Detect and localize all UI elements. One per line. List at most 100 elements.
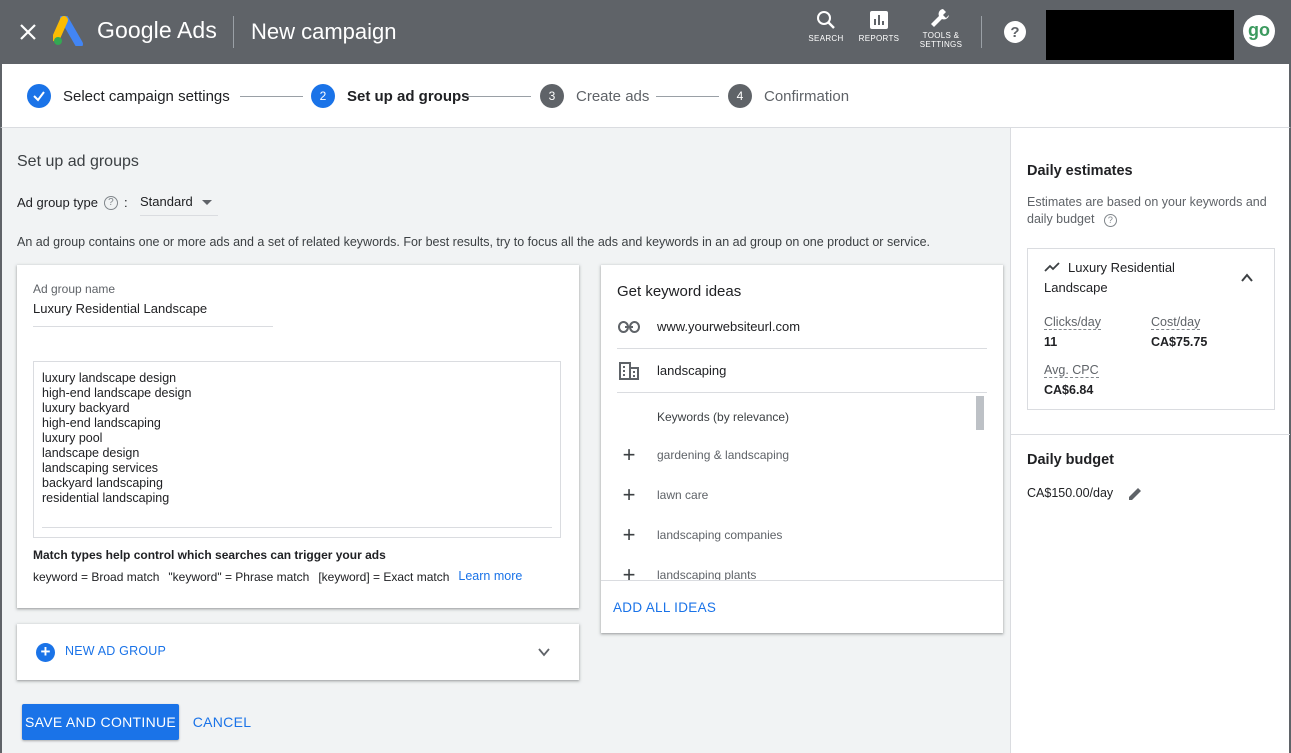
product-service-value: landscaping xyxy=(657,363,727,378)
plus-icon[interactable]: + xyxy=(617,484,641,506)
wrench-icon xyxy=(931,9,949,27)
match-types-info: keyword = Broad match "keyword" = Phrase… xyxy=(33,569,531,584)
reports-icon xyxy=(870,11,888,29)
svg-text:?: ? xyxy=(1010,24,1019,41)
keyword-ideas-title: Get keyword ideas xyxy=(617,283,742,300)
step-label: Confirmation xyxy=(764,87,850,105)
keyword-ideas-card: Get keyword ideas www.yourwebsiteurl.com… xyxy=(601,265,1003,633)
close-icon[interactable] xyxy=(16,20,40,44)
step-confirmation[interactable]: 4 Confirmation xyxy=(728,84,849,108)
ad-group-type-row: Ad group type ? : xyxy=(17,195,128,210)
estimate-ad-group-name: Luxury Residential Landscape xyxy=(1044,260,1175,295)
keyword-line: landscaping services xyxy=(42,461,159,475)
keyword-idea-item[interactable]: + lawn care xyxy=(617,484,709,506)
avatar[interactable]: go xyxy=(1243,15,1275,47)
reports-button[interactable]: REPORTS xyxy=(858,10,900,43)
step-label: Set up ad groups xyxy=(347,87,470,105)
exact-match-text: [keyword] = Exact match xyxy=(318,570,450,584)
product-service-row[interactable]: landscaping xyxy=(617,349,987,393)
keyword-line: residential landscaping xyxy=(42,491,170,505)
cpc-metric: Avg. CPC CA$6.84 xyxy=(1044,363,1099,397)
colon: : xyxy=(123,195,128,210)
cancel-button[interactable]: CANCEL xyxy=(190,704,254,740)
tools-label-line1: TOOLS & xyxy=(922,31,960,40)
step-connector xyxy=(468,96,531,97)
section-title: Set up ad groups xyxy=(17,153,139,170)
step-number: 3 xyxy=(540,84,564,108)
keyword-line: high-end landscape design xyxy=(42,386,192,400)
keyword-line: high-end landscaping xyxy=(42,416,161,430)
estimates-description: Estimates are based on your keywords and… xyxy=(1027,194,1279,228)
chevron-up-icon[interactable] xyxy=(1240,273,1254,283)
new-ad-group-label: NEW AD GROUP xyxy=(65,644,167,658)
pencil-icon[interactable] xyxy=(1127,486,1143,502)
reports-label: REPORTS xyxy=(858,34,900,43)
step-create-ads[interactable]: 3 Create ads xyxy=(540,84,649,108)
help-icon[interactable]: ? xyxy=(1003,20,1027,44)
broad-match-text: keyword = Broad match xyxy=(33,570,160,584)
help-icon[interactable]: ? xyxy=(1103,214,1117,227)
ad-group-name-label: Ad group name xyxy=(33,282,116,296)
building-icon xyxy=(617,361,641,380)
plus-icon[interactable]: + xyxy=(617,524,641,546)
new-ad-group-button[interactable]: + NEW AD GROUP xyxy=(17,624,579,680)
keyword-idea-item[interactable]: + landscaping companies xyxy=(617,524,783,546)
ad-group-type-select[interactable]: Standard xyxy=(140,188,218,216)
keyword-idea-item[interactable]: + gardening & landscaping xyxy=(617,444,790,466)
ad-group-card: Ad group name Luxury Residential Landsca… xyxy=(17,265,579,608)
keywords-textarea[interactable]: luxury landscape design high-end landsca… xyxy=(33,361,561,538)
step-set-up-ad-groups[interactable]: 2 Set up ad groups xyxy=(311,84,470,108)
check-icon xyxy=(27,84,51,108)
keywords-sort-label: Keywords (by relevance) xyxy=(657,410,790,424)
save-and-continue-button[interactable]: SAVE AND CONTINUE xyxy=(22,704,179,740)
chevron-down-icon[interactable] xyxy=(537,645,551,659)
tools-label-line2: SETTINGS xyxy=(919,40,963,49)
scrollbar-thumb[interactable] xyxy=(976,396,984,430)
search-icon xyxy=(817,11,835,29)
cost-metric: Cost/day CA$75.75 xyxy=(1151,315,1207,349)
campaign-stepper: Select campaign settings 2 Set up ad gro… xyxy=(0,64,1291,128)
step-label: Create ads xyxy=(576,87,650,105)
clicks-value: 11 xyxy=(1044,335,1058,349)
cost-value: CA$75.75 xyxy=(1151,335,1208,349)
keyword-idea-label: lawn care xyxy=(657,488,709,502)
daily-budget-value: CA$150.00/day xyxy=(1027,486,1114,500)
brand-name: Google Ads xyxy=(97,17,217,43)
keyword-idea-label: landscaping companies xyxy=(657,528,783,542)
daily-budget-title: Daily budget xyxy=(1027,452,1115,468)
step-connector xyxy=(656,96,719,97)
cpc-value: CA$6.84 xyxy=(1044,383,1094,397)
website-url-value: www.yourwebsiteurl.com xyxy=(657,319,801,334)
keyword-idea-label: gardening & landscaping xyxy=(657,448,790,462)
clicks-metric: Clicks/day 11 xyxy=(1044,315,1101,349)
ad-group-estimate-card: Luxury Residential Landscape Clicks/day … xyxy=(1027,248,1275,410)
cpc-label: Avg. CPC xyxy=(1044,363,1099,378)
search-label: SEARCH xyxy=(808,34,844,43)
help-icon[interactable]: ? xyxy=(103,195,118,210)
step-number: 4 xyxy=(728,84,752,108)
add-all-ideas-button[interactable]: ADD ALL IDEAS xyxy=(613,600,716,615)
website-url-row[interactable]: www.yourwebsiteurl.com xyxy=(617,305,987,349)
keyword-line: luxury landscape design xyxy=(42,371,177,385)
estimates-panel: Daily estimates Estimates are based on y… xyxy=(1010,128,1291,753)
keyword-line: luxury pool xyxy=(42,431,103,445)
search-button[interactable]: SEARCH xyxy=(808,10,844,43)
keyword-line: backyard landscaping xyxy=(42,476,163,490)
main-content: Set up ad groups Ad group type ? : Stand… xyxy=(0,128,1010,753)
divider xyxy=(981,16,982,48)
textarea-underline xyxy=(42,527,552,528)
tools-settings-button[interactable]: TOOLS & SETTINGS xyxy=(918,7,964,49)
phrase-match-text: "keyword" = Phrase match xyxy=(168,570,310,584)
keyword-line: landscape design xyxy=(42,446,140,460)
divider xyxy=(1011,434,1290,435)
estimates-description-text: Estimates are based on your keywords and… xyxy=(1027,195,1267,226)
keyword-line: luxury backyard xyxy=(42,401,130,415)
step-select-campaign-settings[interactable]: Select campaign settings xyxy=(27,84,230,108)
google-ads-logo-icon xyxy=(53,16,83,46)
ad-group-type-label: Ad group type xyxy=(17,195,98,210)
link-icon xyxy=(617,320,641,333)
ad-group-name-input[interactable]: Luxury Residential Landscape xyxy=(33,301,273,327)
account-switcher[interactable] xyxy=(1046,10,1234,60)
learn-more-link[interactable]: Learn more xyxy=(458,569,522,584)
plus-icon[interactable]: + xyxy=(617,444,641,466)
